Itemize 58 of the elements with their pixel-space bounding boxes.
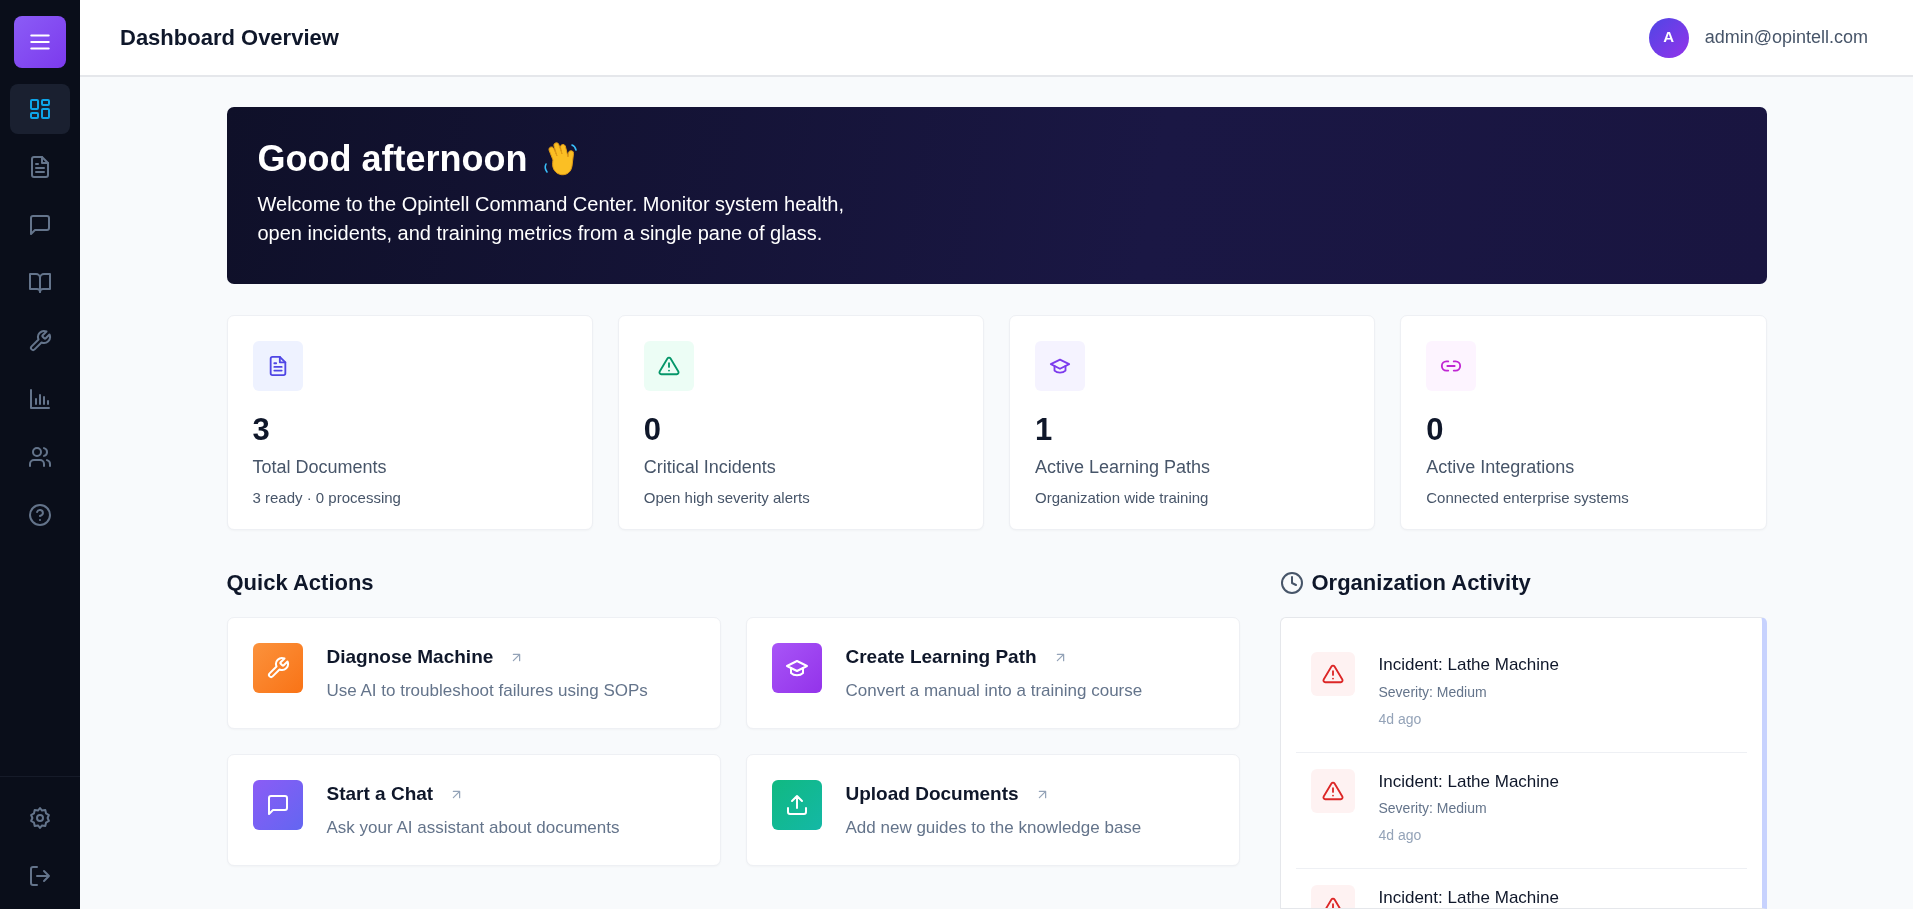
stat-label: Active Integrations <box>1426 456 1576 480</box>
upload-icon <box>784 793 809 817</box>
quick-action-card[interactable]: Start a Chat Ask your AI assistant about documents <box>226 754 721 866</box>
wrench-icon <box>28 329 52 353</box>
stat-value: 3 <box>252 411 271 449</box>
action-title: Diagnose Machine <box>326 645 494 669</box>
activity-title: Incident: Lathe Machine <box>1378 770 1559 793</box>
action-description: Ask your AI assistant about documents <box>326 816 620 839</box>
stat-value: 1 <box>1035 411 1054 449</box>
action-description: Use AI to troubleshoot failures using SOPs <box>326 679 648 702</box>
stat-value: 0 <box>1426 411 1445 449</box>
stat-value: 0 <box>643 411 662 449</box>
stat-subtitle: Connected enterprise systems <box>1426 488 1630 509</box>
warning-icon <box>657 355 680 377</box>
stat-label: Total Documents <box>252 456 388 480</box>
users-icon <box>28 445 52 469</box>
stat-subtitle: Open high severity alerts <box>643 488 811 509</box>
welcome-text: Welcome to the Opintell Command Center. Monitor system health, open incidents, and training metrics from a single pane of glass. <box>257 192 846 247</box>
stat-subtitle: 3 ready · 0 processing <box>252 488 402 509</box>
activity-time: 4d ago <box>1378 826 1423 845</box>
action-description: Add new guides to the knowledge base <box>845 816 1142 839</box>
page-title: Dashboard Overview <box>120 24 339 52</box>
stat-subtitle: Organization wide training <box>1035 488 1210 509</box>
warning-icon <box>1321 663 1344 685</box>
bar-chart-icon <box>28 387 52 411</box>
chat-icon <box>28 213 52 237</box>
clock-icon <box>1279 570 1304 595</box>
user-avatar[interactable]: A <box>1648 17 1689 58</box>
action-title: Upload Documents <box>845 782 1019 806</box>
action-title: Create Learning Path <box>845 645 1037 669</box>
activity-time: 4d ago <box>1378 709 1423 729</box>
logout-icon <box>28 864 52 888</box>
quick-action-card[interactable]: Create Learning Path Convert a manual into a training course <box>745 617 1240 729</box>
section-title: Quick Actions <box>226 569 375 597</box>
settings-icon <box>28 806 52 830</box>
quick-action-card[interactable]: Diagnose Machine Use AI to troubleshoot failures using SOPs <box>226 617 721 729</box>
action-title: Start a Chat <box>326 782 434 806</box>
activity-title: Incident: Lathe Machine <box>1378 887 1559 908</box>
stat-label: Critical Incidents <box>643 456 777 480</box>
user-email: admin@opintell.com <box>1704 26 1868 49</box>
activity-title: Incident: Lathe Machine <box>1378 654 1559 676</box>
help-icon <box>28 503 52 527</box>
quick-action-card[interactable]: Upload Documents Add new guides to the knowledge base <box>745 754 1240 866</box>
section-title: Organization Activity <box>1311 569 1531 597</box>
action-description: Convert a manual into a training course <box>845 679 1143 702</box>
activity-severity: Severity: Medium <box>1378 682 1488 702</box>
waving-hand-icon <box>543 139 578 178</box>
wrench-icon <box>265 656 290 680</box>
warning-icon <box>1321 779 1344 802</box>
dashboard-nav-button[interactable] <box>10 84 70 134</box>
greeting-title: Good afternoon <box>257 137 528 181</box>
document-icon <box>28 155 52 179</box>
stat-label: Active Learning Paths <box>1035 456 1212 480</box>
menu-button[interactable] <box>14 16 66 68</box>
chat-icon <box>265 793 290 817</box>
book-icon <box>28 271 52 295</box>
dashboard-icon <box>28 97 52 121</box>
activity-severity: Severity: Medium <box>1378 799 1488 818</box>
